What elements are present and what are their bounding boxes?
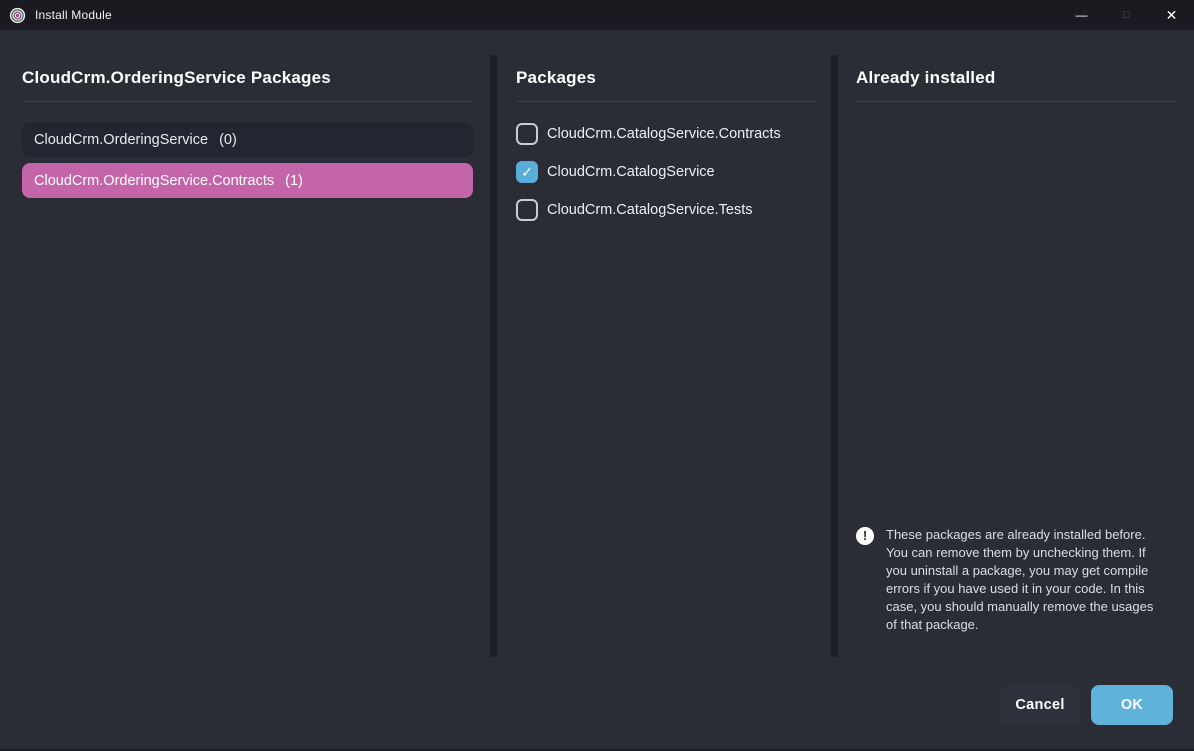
installed-note: ! These packages are already installed b… — [856, 526, 1180, 634]
module-list: CloudCrm.OrderingService (0) CloudCrm.Or… — [22, 122, 473, 198]
column-divider — [490, 55, 497, 657]
close-icon[interactable]: ✕ — [1149, 0, 1194, 30]
module-label: CloudCrm.OrderingService — [34, 132, 208, 148]
module-package-count: (0) — [219, 132, 237, 148]
module-package-count: (1) — [285, 173, 303, 189]
checkbox-unchecked[interactable] — [516, 199, 538, 221]
module-row-orderingservice[interactable]: CloudCrm.OrderingService (0) — [22, 122, 473, 157]
modules-panel-title: CloudCrm.OrderingService Packages — [22, 68, 473, 102]
column-divider — [831, 55, 838, 657]
dialog-footer: Cancel OK — [0, 660, 1194, 751]
minimize-icon[interactable]: — — [1059, 0, 1104, 30]
package-label: CloudCrm.CatalogService — [547, 164, 715, 180]
info-icon: ! — [856, 527, 874, 545]
app-logo-icon — [9, 7, 26, 24]
cancel-button[interactable]: Cancel — [1000, 685, 1080, 725]
ok-button[interactable]: OK — [1091, 685, 1173, 725]
modules-panel: CloudCrm.OrderingService Packages CloudC… — [0, 30, 490, 660]
window-controls: — □ ✕ — [1059, 0, 1194, 30]
already-installed-title: Already installed — [856, 68, 1176, 102]
checkbox-checked[interactable]: ✓ — [516, 161, 538, 183]
titlebar: Install Module — □ ✕ — [0, 0, 1194, 30]
maximize-icon[interactable]: □ — [1104, 0, 1149, 30]
package-label: CloudCrm.CatalogService.Contracts — [547, 126, 781, 142]
packages-panel: Packages CloudCrm.CatalogService.Contrac… — [497, 30, 831, 660]
package-row-catalogservice: ✓ CloudCrm.CatalogService — [516, 161, 816, 183]
check-icon: ✓ — [521, 164, 533, 181]
package-label: CloudCrm.CatalogService.Tests — [547, 202, 753, 218]
module-label: CloudCrm.OrderingService.Contracts — [34, 173, 274, 189]
window-title: Install Module — [35, 8, 112, 22]
package-row-catalogservice-tests: CloudCrm.CatalogService.Tests — [516, 199, 816, 221]
packages-panel-title: Packages — [516, 68, 816, 102]
already-installed-panel: Already installed ! These packages are a… — [838, 30, 1194, 660]
module-row-orderingservice-contracts[interactable]: CloudCrm.OrderingService.Contracts (1) — [22, 163, 473, 198]
installed-note-text: These packages are already installed bef… — [886, 526, 1158, 634]
package-row-catalogservice-contracts: CloudCrm.CatalogService.Contracts — [516, 123, 816, 145]
checkbox-unchecked[interactable] — [516, 123, 538, 145]
main-area: CloudCrm.OrderingService Packages CloudC… — [0, 30, 1194, 660]
package-list: CloudCrm.CatalogService.Contracts ✓ Clou… — [516, 123, 816, 221]
